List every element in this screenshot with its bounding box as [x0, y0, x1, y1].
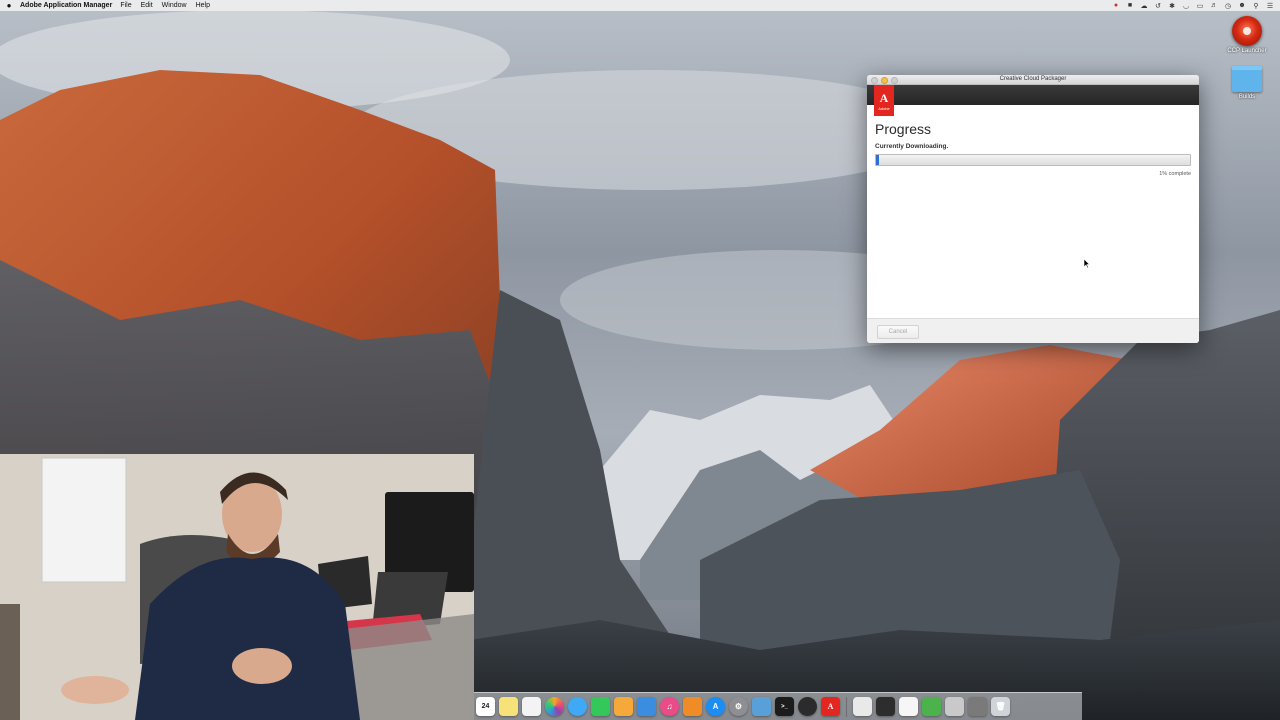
wifi-icon[interactable]: ◡ — [1182, 2, 1190, 10]
menu-window[interactable]: Window — [162, 2, 187, 9]
adobe-logo-word: Adobe — [878, 106, 890, 111]
mouse-cursor-icon — [1084, 259, 1090, 268]
adobe-logo-icon: A Adobe — [874, 85, 894, 116]
window-header-band: A Adobe — [867, 85, 1199, 116]
menu-file[interactable]: File — [120, 2, 131, 9]
dock-terminal-icon[interactable]: >_ — [775, 697, 794, 716]
dock-separator — [846, 696, 847, 717]
dock-trash-icon[interactable]: 🗑 — [991, 697, 1010, 716]
menu-help[interactable]: Help — [196, 2, 210, 9]
dock-keynote-icon[interactable] — [637, 697, 656, 716]
menu-edit[interactable]: Edit — [141, 2, 153, 9]
airplay-icon[interactable]: ▭ — [1196, 2, 1204, 10]
notification-center-icon[interactable]: ☰ — [1266, 2, 1274, 10]
cloud-status-icon[interactable]: ☁ — [1140, 2, 1148, 10]
cancel-button[interactable]: Cancel — [877, 325, 919, 339]
extension-status-icon[interactable]: ■ — [1126, 2, 1134, 9]
webcam-overlay — [0, 454, 474, 720]
dock-calendar-icon[interactable]: 24 — [476, 697, 495, 716]
dock-messages-icon[interactable] — [568, 697, 587, 716]
close-window-icon[interactable] — [871, 77, 878, 84]
time-machine-icon[interactable]: ↺ — [1154, 2, 1162, 10]
download-progress-fill — [876, 155, 880, 165]
page-title: Progress — [875, 121, 932, 137]
window-controls — [871, 77, 898, 84]
desktop-icon-label: CCP Launcher — [1227, 48, 1267, 54]
dock-facetime-icon[interactable] — [591, 697, 610, 716]
apple-menu-icon[interactable]: ● — [4, 1, 14, 10]
progress-percent-label: 1% complete — [1159, 171, 1191, 177]
window-footer: Cancel — [867, 318, 1199, 343]
ccp-launcher-icon — [1232, 16, 1262, 46]
window-titlebar[interactable]: Creative Cloud Packager — [867, 75, 1199, 85]
clock-icon[interactable]: ◷ — [1224, 2, 1232, 10]
dock-app-store-icon[interactable]: A — [706, 697, 725, 716]
dock-ibooks-icon[interactable] — [683, 697, 702, 716]
status-menu-area: ● ■ ☁ ↺ ✱ ◡ ▭ ♬ ◷ ☻ ⚲ ☰ — [1112, 0, 1274, 11]
dock-photos-icon[interactable] — [545, 697, 564, 716]
dock-documents-icon[interactable] — [853, 697, 872, 716]
dock-screen-recording-icon[interactable] — [876, 697, 895, 716]
dock-notes-icon[interactable] — [499, 697, 518, 716]
menu-bar: ● Adobe Application Manager File Edit Wi… — [0, 0, 1280, 11]
creative-cloud-packager-window: Creative Cloud Packager A Adobe Progress… — [867, 75, 1199, 343]
user-icon[interactable]: ☻ — [1238, 2, 1246, 9]
dock-adobe-application-manager-icon[interactable]: A — [821, 697, 840, 716]
adobe-logo-letter: A — [879, 91, 889, 105]
desktop-icon-ccp-launcher[interactable]: CCP Launcher — [1222, 16, 1272, 54]
dock-pages-icon[interactable] — [614, 697, 633, 716]
dock-preview-icon[interactable] — [752, 697, 771, 716]
dock-script-icon[interactable] — [922, 697, 941, 716]
folder-icon — [1232, 66, 1262, 92]
spotlight-search-icon[interactable]: ⚲ — [1252, 2, 1260, 10]
download-status-text: Currently Downloading. — [875, 143, 949, 150]
dock-downloads-icon[interactable] — [945, 697, 964, 716]
download-progress-bar — [875, 154, 1191, 166]
dock: 24 ♫ A ⚙ >_ A 🗑 — [474, 692, 1082, 720]
dock-textedit-icon[interactable] — [899, 697, 918, 716]
dock-obs-icon[interactable] — [798, 697, 817, 716]
minimize-window-icon[interactable] — [881, 77, 888, 84]
dock-itunes-icon[interactable]: ♫ — [660, 697, 679, 716]
record-status-icon[interactable]: ● — [1112, 2, 1120, 9]
menu-app-name[interactable]: Adobe Application Manager — [20, 2, 112, 9]
dock-reminders-icon[interactable] — [522, 697, 541, 716]
dock-system-preferences-icon[interactable]: ⚙ — [729, 697, 748, 716]
window-title: Creative Cloud Packager — [999, 76, 1067, 82]
desktop-icon-builds[interactable]: Builds — [1222, 66, 1272, 100]
bluetooth-icon[interactable]: ✱ — [1168, 2, 1176, 10]
zoom-window-icon[interactable] — [891, 77, 898, 84]
dock-keyboard-icon[interactable] — [968, 697, 987, 716]
desktop-icon-label: Builds — [1238, 94, 1256, 100]
window-content: Progress Currently Downloading. 1% compl… — [867, 105, 1199, 177]
volume-icon[interactable]: ♬ — [1210, 2, 1218, 9]
